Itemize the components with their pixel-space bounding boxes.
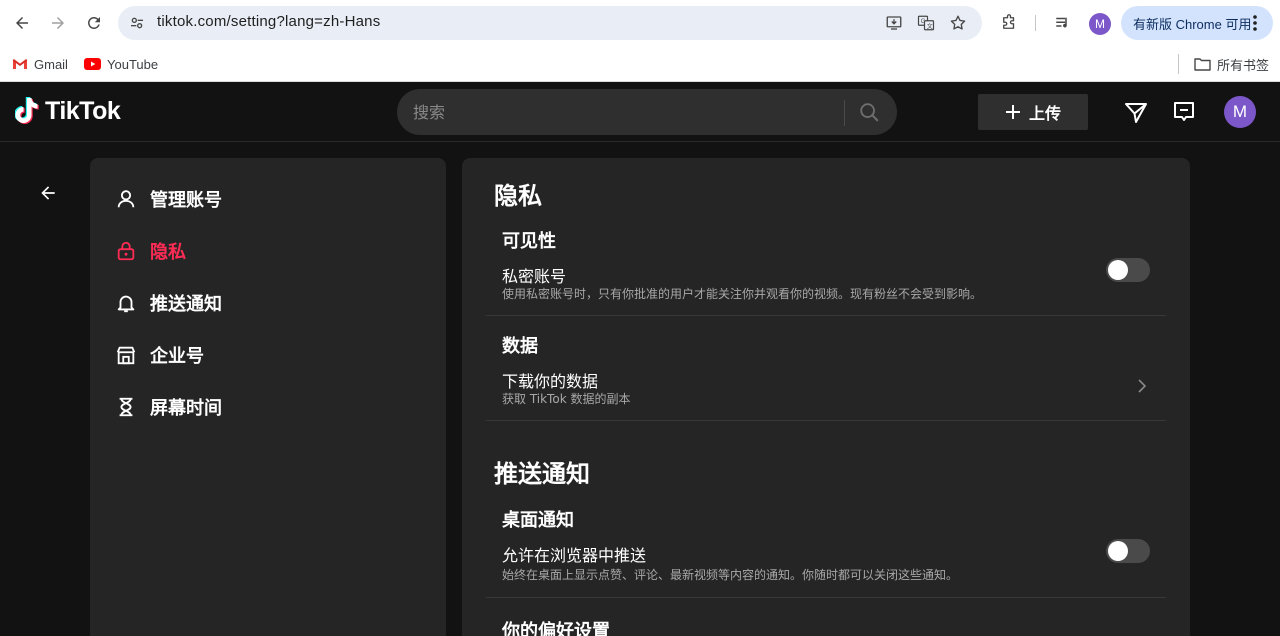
upload-button[interactable]: 上传 — [978, 94, 1088, 130]
site-info-button[interactable] — [128, 14, 146, 32]
tiktok-wordmark: TikTok — [45, 96, 121, 125]
private-account-label: 私密账号 — [502, 267, 567, 286]
bookmark-label: YouTube — [107, 56, 159, 72]
settings-content: 隐私 可见性 私密账号 使用私密账号时，只有你批准的用户才能关注你并观看你的视频… — [462, 158, 1190, 636]
install-icon — [886, 16, 902, 30]
sidebar-item-manage-account[interactable]: 管理账号 — [114, 183, 222, 215]
back-icon — [16, 17, 28, 29]
reload-button[interactable] — [81, 10, 107, 36]
all-bookmarks-button[interactable]: 所有书签 — [1194, 53, 1269, 75]
tune-icon — [131, 17, 143, 29]
sidebar-item-business-account[interactable]: 企业号 — [114, 339, 204, 371]
tiktok-note-icon — [15, 97, 39, 124]
download-data-desc: 获取 TikTok 数据的副本 — [502, 392, 631, 406]
update-label: 有新版 Chrome 可用 — [1133, 16, 1252, 32]
plus-icon — [1005, 105, 1020, 119]
forward-button[interactable] — [45, 10, 71, 36]
private-account-desc: 使用私密账号时，只有你批准的用户才能关注你并观看你的视频。现有粉丝不会受到影响。 — [502, 287, 983, 301]
download-data-label[interactable]: 下载你的数据 — [502, 368, 598, 392]
translate-button[interactable]: G文 — [916, 13, 936, 33]
back-to-feed-button[interactable] — [36, 181, 60, 205]
bookmark-star-button[interactable] — [948, 13, 968, 33]
bookmark-gmail[interactable]: Gmail — [12, 53, 68, 75]
section-title-push-notifications: 推送通知 — [494, 460, 590, 488]
divider — [486, 420, 1166, 421]
subsection-title-desktop: 桌面通知 — [502, 510, 574, 531]
browser-push-toggle[interactable] — [1106, 539, 1150, 563]
sidebar-item-push-notifications[interactable]: 推送通知 — [114, 287, 222, 319]
all-bookmarks-label: 所有书签 — [1217, 57, 1270, 73]
subsection-title-visibility: 可见性 — [502, 231, 556, 252]
sidebar-item-screen-time[interactable]: 屏幕时间 — [114, 391, 222, 423]
send-icon — [1125, 103, 1147, 123]
search-icon — [860, 103, 879, 122]
tiktok-header: TikTok 上传 M — [0, 82, 1280, 142]
bookmark-youtube[interactable]: YouTube — [84, 53, 158, 75]
youtube-icon — [84, 58, 101, 70]
lock-icon — [114, 239, 138, 263]
divider — [486, 315, 1166, 316]
hourglass-icon — [114, 395, 138, 419]
toggle-knob — [1108, 541, 1128, 561]
divider — [486, 597, 1166, 598]
media-controls-button[interactable] — [1052, 12, 1074, 34]
bookmarks-bar: Gmail YouTube 所有书签 — [0, 46, 1280, 82]
install-app-button[interactable] — [884, 13, 904, 33]
search-input[interactable] — [413, 101, 833, 123]
chrome-profile-avatar[interactable]: M — [1089, 13, 1111, 35]
gmail-icon — [12, 59, 28, 69]
profile-avatar[interactable]: M — [1224, 96, 1256, 128]
arrow-left-icon — [41, 186, 55, 200]
more-vert-icon — [1247, 14, 1263, 35]
sidebar-item-privacy[interactable]: 隐私 — [114, 235, 186, 267]
extensions-icon — [1003, 14, 1015, 29]
inbox-button[interactable] — [1170, 98, 1198, 126]
toolbar-divider — [1035, 15, 1036, 31]
star-icon — [950, 15, 966, 30]
person-icon — [114, 187, 138, 211]
forward-icon — [52, 17, 64, 29]
sidebar-item-label: 屏幕时间 — [150, 398, 222, 419]
chrome-update-button[interactable]: 有新版 Chrome 可用 — [1121, 6, 1273, 40]
upload-label: 上传 — [1028, 104, 1061, 123]
search-divider — [844, 100, 845, 126]
sidebar-item-label: 隐私 — [150, 242, 186, 263]
bookmarks-divider — [1178, 54, 1179, 74]
settings-sidebar: 管理账号 隐私 推送通知 企业号 屏幕时间 — [90, 158, 446, 636]
reload-icon — [87, 16, 100, 29]
sidebar-item-label: 管理账号 — [150, 190, 222, 211]
address-bar[interactable]: tiktok.com/setting?lang=zh-Hans G文 — [118, 6, 982, 40]
search-bar — [397, 89, 897, 135]
extensions-button[interactable] — [998, 12, 1020, 34]
bookmark-label: Gmail — [34, 56, 68, 72]
toggle-knob — [1108, 260, 1128, 280]
svg-text:文: 文 — [927, 22, 933, 30]
inbox-icon — [1174, 102, 1194, 121]
back-button[interactable] — [9, 10, 35, 36]
svg-text:G: G — [921, 19, 926, 25]
messages-button[interactable] — [1122, 98, 1150, 126]
search-button[interactable] — [855, 99, 883, 125]
folder-icon — [1194, 58, 1211, 71]
sidebar-item-label: 推送通知 — [150, 294, 222, 315]
media-icon — [1056, 17, 1067, 28]
private-account-toggle[interactable] — [1106, 258, 1150, 282]
sidebar-item-label: 企业号 — [150, 346, 204, 367]
subsection-title-preferences: 你的偏好设置 — [502, 621, 610, 636]
store-icon — [114, 343, 138, 367]
url-text[interactable]: tiktok.com/setting?lang=zh-Hans — [157, 13, 380, 30]
subsection-title-data: 数据 — [502, 336, 538, 357]
section-title-privacy: 隐私 — [494, 182, 542, 210]
browser-toolbar: tiktok.com/setting?lang=zh-Hans G文 M 有新版… — [0, 0, 1280, 46]
bell-icon — [114, 291, 138, 315]
translate-icon: G文 — [917, 15, 935, 31]
tiktok-logo[interactable]: TikTok — [15, 96, 121, 126]
browser-push-label: 允许在浏览器中推送 — [502, 546, 647, 565]
chevron-right-icon[interactable] — [1134, 378, 1150, 394]
browser-push-desc: 始终在桌面上显示点赞、评论、最新视频等内容的通知。你随时都可以关闭这些通知。 — [502, 568, 959, 582]
